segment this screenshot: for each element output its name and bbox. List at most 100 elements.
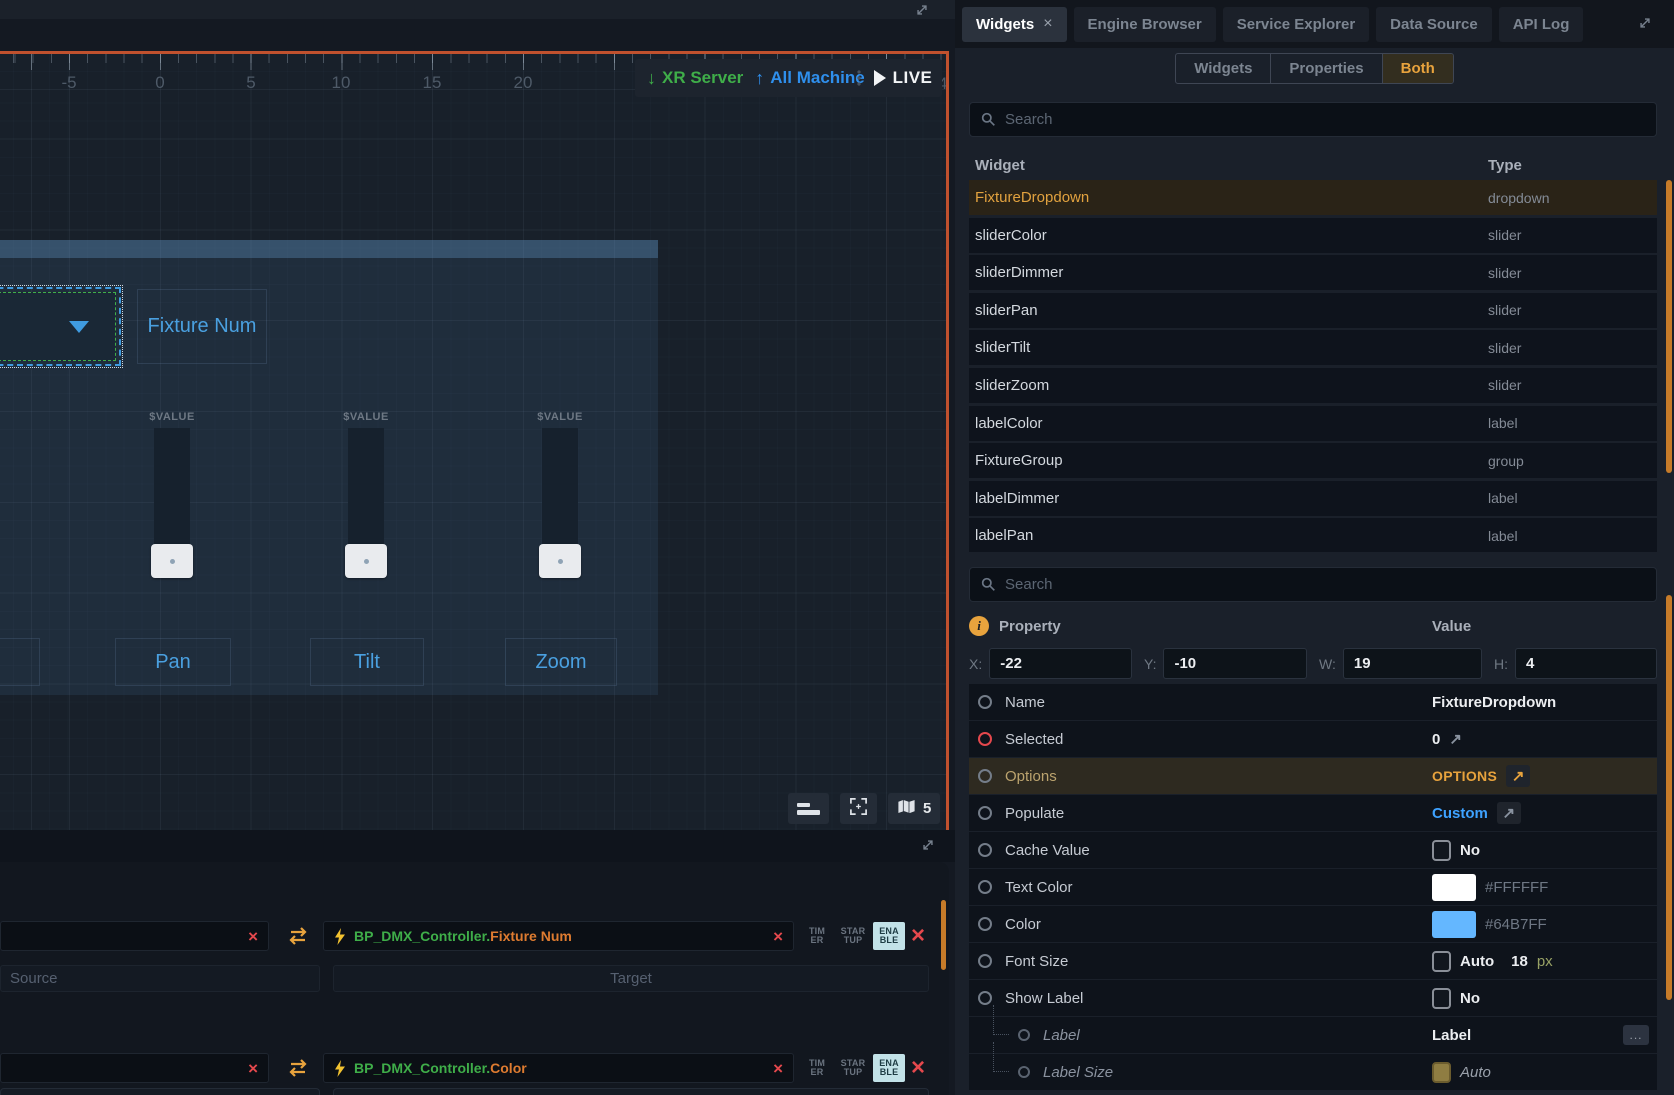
widget-search-box[interactable] (969, 102, 1657, 137)
widget-row[interactable]: labelPanlabel (969, 518, 1657, 552)
bottom-divider[interactable] (0, 830, 955, 862)
startup-badge[interactable]: STARTUP (837, 1054, 869, 1082)
delete-binding-icon[interactable]: × (906, 922, 930, 950)
show-label-checkbox[interactable] (1432, 988, 1451, 1009)
binding-ring-icon[interactable] (978, 917, 992, 931)
label-tilt-widget[interactable]: Tilt (310, 638, 424, 686)
slider-track[interactable] (154, 428, 190, 544)
binding-source-field[interactable]: × (0, 921, 269, 951)
name-value[interactable]: FixtureDropdown (1432, 694, 1556, 711)
cache-value-checkbox[interactable] (1432, 840, 1451, 861)
widget-row[interactable]: labelDimmerlabel (969, 481, 1657, 516)
property-row-color[interactable]: Color #64B7FF (969, 906, 1657, 942)
dropdown-caret-icon[interactable] (69, 321, 89, 333)
next-source-field[interactable] (0, 1088, 320, 1095)
open-populate-button[interactable]: ↗ (1497, 802, 1521, 824)
label-pan-widget[interactable]: Pan (115, 638, 231, 686)
property-row-options[interactable]: Options OPTIONS ↗ (969, 758, 1657, 794)
property-search-box[interactable] (969, 567, 1657, 602)
slider-track[interactable] (542, 428, 578, 544)
binding-ring-icon-active[interactable] (978, 732, 992, 746)
font-size-value[interactable]: 18 (1511, 953, 1528, 970)
next-target-field[interactable] (333, 1088, 929, 1095)
color-swatch[interactable] (1432, 911, 1476, 938)
enable-badge[interactable]: ENABLE (873, 1054, 905, 1082)
binding-ring-icon[interactable] (978, 769, 992, 783)
binding-ring-icon[interactable] (978, 954, 992, 968)
slider-tilt-widget[interactable]: $VALUE (306, 411, 426, 578)
open-link-icon[interactable]: ↗ (1449, 730, 1462, 748)
widget-search-input[interactable] (1005, 111, 1645, 128)
fixture-dropdown-widget[interactable] (0, 285, 123, 368)
tab-api-log[interactable]: API Log (1499, 7, 1584, 42)
property-row-cache-value[interactable]: Cache Value No (969, 832, 1657, 868)
close-tab-icon[interactable]: × (1043, 15, 1052, 33)
bindings-expand-icon[interactable] (921, 838, 935, 857)
property-row-show-label[interactable]: Show Label No (969, 980, 1657, 1016)
property-row-selected[interactable]: Selected 0 ↗ (969, 721, 1657, 757)
binding-target-chip[interactable]: BP_DMX_Controller. Color × (323, 1053, 794, 1083)
toggle-properties[interactable]: Properties (1270, 54, 1381, 83)
tab-service-explorer[interactable]: Service Explorer (1223, 7, 1369, 42)
property-row-label[interactable]: Label Label ... (969, 1017, 1657, 1053)
target-placeholder-field[interactable]: Target (333, 965, 929, 992)
panel-expand-icon[interactable] (1638, 16, 1652, 35)
slider-handle[interactable] (539, 544, 581, 578)
label-dimmer-clipped[interactable]: er (0, 638, 40, 686)
text-color-swatch[interactable] (1432, 874, 1476, 901)
info-icon[interactable]: i (969, 616, 989, 636)
clear-source-icon[interactable]: × (248, 1060, 258, 1077)
group-header-band[interactable] (0, 240, 658, 258)
slider-zoom-widget[interactable]: $VALUE (500, 411, 620, 578)
x-input[interactable] (989, 648, 1132, 679)
clear-source-icon[interactable]: × (248, 928, 258, 945)
widget-row[interactable]: sliderDimmerslider (969, 255, 1657, 290)
binding-ring-icon[interactable] (978, 843, 992, 857)
enable-badge[interactable]: ENABLE (873, 922, 905, 950)
label-size-auto-checkbox[interactable] (1432, 1062, 1451, 1083)
binding-ring-icon[interactable] (978, 806, 992, 820)
source-placeholder-field[interactable]: Source (0, 965, 320, 992)
widget-row[interactable]: sliderColorslider (969, 218, 1657, 253)
delete-binding-icon[interactable]: × (906, 1054, 930, 1082)
tab-widgets[interactable]: Widgets × (962, 7, 1067, 42)
clear-target-icon[interactable]: × (773, 928, 783, 945)
binding-ring-icon[interactable] (978, 991, 992, 1005)
slider-pan-widget[interactable]: $VALUE (112, 411, 232, 578)
widget-row[interactable]: sliderZoomslider (969, 368, 1657, 403)
widget-row[interactable]: sliderTiltslider (969, 330, 1657, 365)
property-row-font-size[interactable]: Font Size Auto 18 px (969, 943, 1657, 979)
clear-target-icon[interactable]: × (773, 1060, 783, 1077)
bindings-scrollbar[interactable] (941, 900, 946, 970)
binding-ring-icon[interactable] (978, 695, 992, 709)
column-type[interactable]: Type (1488, 157, 1657, 174)
property-search-input[interactable] (1005, 576, 1645, 593)
property-list-scrollbar[interactable] (1666, 595, 1672, 1000)
binding-target-chip[interactable]: BP_DMX_Controller. Fixture Num × (323, 921, 794, 951)
swap-direction-button[interactable] (278, 1053, 318, 1083)
populate-value[interactable]: Custom (1432, 805, 1488, 822)
dropdown-body[interactable] (0, 292, 116, 361)
fixture-num-label-widget[interactable]: Fixture Num (137, 289, 267, 364)
property-row-label-size[interactable]: Label Size Auto (969, 1054, 1657, 1090)
design-viewport[interactable]: -5 0 5 10 15 20 4 Fixture Num (0, 51, 949, 830)
widget-list-scrollbar[interactable] (1666, 180, 1672, 473)
h-input[interactable] (1515, 648, 1657, 679)
column-widget[interactable]: Widget (975, 157, 1488, 174)
label-zoom-widget[interactable]: Zoom (505, 638, 617, 686)
startup-badge[interactable]: STARTUP (837, 922, 869, 950)
label-value[interactable]: Label (1432, 1027, 1471, 1044)
slider-track[interactable] (348, 428, 384, 544)
y-input[interactable] (1163, 648, 1307, 679)
layers-button[interactable] (788, 793, 829, 824)
property-row-populate[interactable]: Populate Custom ↗ (969, 795, 1657, 831)
timer-badge[interactable]: TIMER (801, 922, 833, 950)
tab-data-source[interactable]: Data Source (1376, 7, 1492, 42)
binding-ring-icon[interactable] (1018, 1029, 1030, 1041)
binding-ring-icon[interactable] (978, 880, 992, 894)
selected-value[interactable]: 0 (1432, 731, 1440, 748)
w-input[interactable] (1343, 648, 1482, 679)
toggle-both[interactable]: Both (1382, 54, 1453, 83)
property-row-text-color[interactable]: Text Color #FFFFFF (969, 869, 1657, 905)
property-row-name[interactable]: Name FixtureDropdown (969, 684, 1657, 720)
